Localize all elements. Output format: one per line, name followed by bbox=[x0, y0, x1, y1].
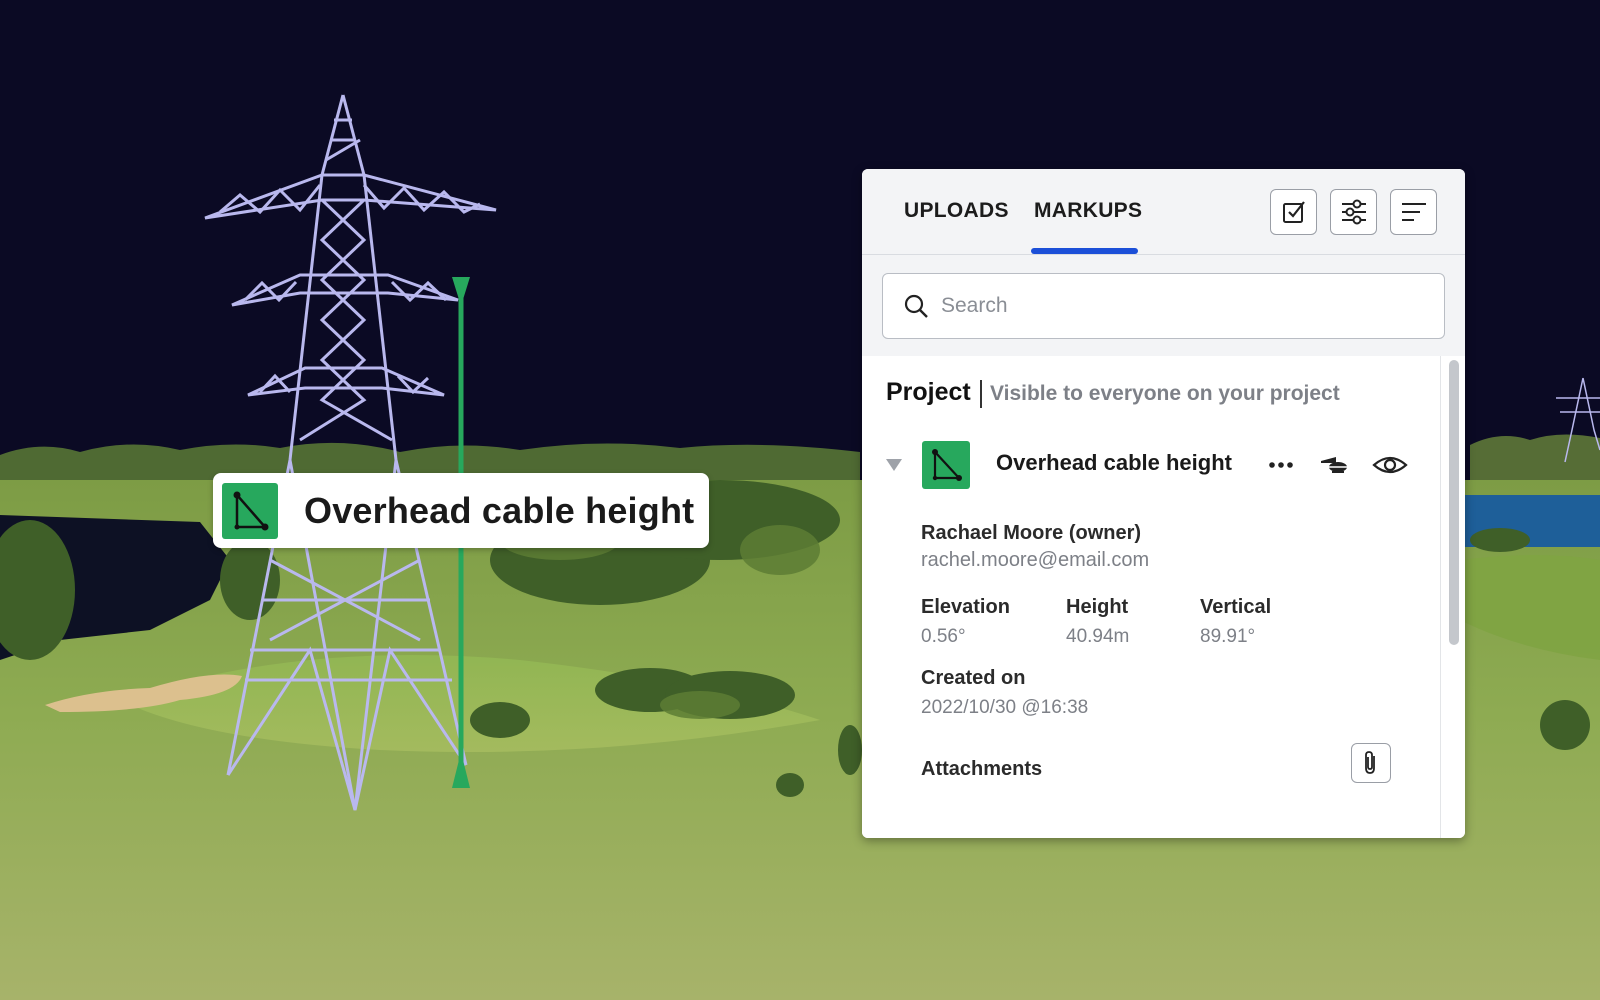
search-input[interactable] bbox=[941, 294, 1421, 318]
sort-button[interactable] bbox=[1390, 189, 1437, 235]
select-button[interactable] bbox=[1270, 189, 1317, 235]
metric-vertical: Vertical 89.91° bbox=[1200, 596, 1271, 648]
tab-markups[interactable]: MARKUPS bbox=[1034, 199, 1142, 223]
search-field[interactable] bbox=[882, 273, 1445, 339]
panel-header: UPLOADS MARKUPS bbox=[862, 169, 1465, 255]
metric-height: Height 40.94m bbox=[1066, 596, 1129, 648]
metric-value: 0.56° bbox=[921, 626, 966, 647]
more-options-icon[interactable] bbox=[1266, 455, 1296, 475]
measure-triangle-icon bbox=[922, 441, 970, 489]
metric-elevation: Elevation 0.56° bbox=[921, 596, 1010, 648]
map-markup-label[interactable]: Overhead cable height bbox=[213, 473, 709, 548]
sliders-icon bbox=[1341, 199, 1366, 225]
search-icon bbox=[904, 294, 928, 318]
metric-value: 40.94m bbox=[1066, 626, 1130, 647]
paperclip-icon bbox=[1365, 751, 1375, 774]
owner-name: Rachael Moore (owner) bbox=[921, 522, 1142, 544]
created-on: Created on 2022/10/30 @16:38 bbox=[921, 667, 1088, 719]
metric-label: Height bbox=[1066, 596, 1129, 618]
metric-value: 89.91° bbox=[1200, 626, 1256, 647]
attachments-label: Attachments bbox=[921, 758, 1043, 780]
map-label-text: Overhead cable height bbox=[304, 489, 695, 531]
list-item[interactable]: Overhead cable height bbox=[862, 441, 1440, 501]
active-tab-indicator bbox=[1031, 248, 1138, 254]
collapse-caret-icon[interactable] bbox=[886, 459, 902, 471]
created-value: 2022/10/30 @16:38 bbox=[921, 697, 1089, 718]
tab-uploads[interactable]: UPLOADS bbox=[904, 199, 1009, 223]
add-attachment-button[interactable] bbox=[1351, 743, 1391, 783]
section-subtitle: Visible to everyone on your project bbox=[990, 382, 1340, 405]
scrollbar-thumb[interactable] bbox=[1449, 360, 1459, 645]
item-title[interactable]: Overhead cable height bbox=[996, 450, 1232, 476]
section-divider bbox=[980, 380, 982, 408]
markups-panel: UPLOADS MARKUPS Search Project Visible t… bbox=[862, 169, 1465, 838]
checkbox-icon bbox=[1282, 201, 1305, 223]
measure-triangle-icon bbox=[222, 482, 278, 539]
visibility-eye-icon[interactable] bbox=[1372, 451, 1408, 479]
sort-lines-icon bbox=[1401, 203, 1426, 221]
metric-label: Elevation bbox=[921, 596, 1010, 618]
owner-email: rachel.moore@email.com bbox=[921, 549, 1150, 571]
created-label: Created on bbox=[921, 667, 1026, 689]
list-scrollbar[interactable] bbox=[1440, 356, 1465, 838]
fly-to-icon[interactable] bbox=[1318, 449, 1350, 481]
markup-list: Project Visible to everyone on your proj… bbox=[862, 356, 1440, 838]
filter-button[interactable] bbox=[1330, 189, 1377, 235]
section-title: Project bbox=[886, 378, 971, 406]
metric-label: Vertical bbox=[1200, 596, 1272, 618]
